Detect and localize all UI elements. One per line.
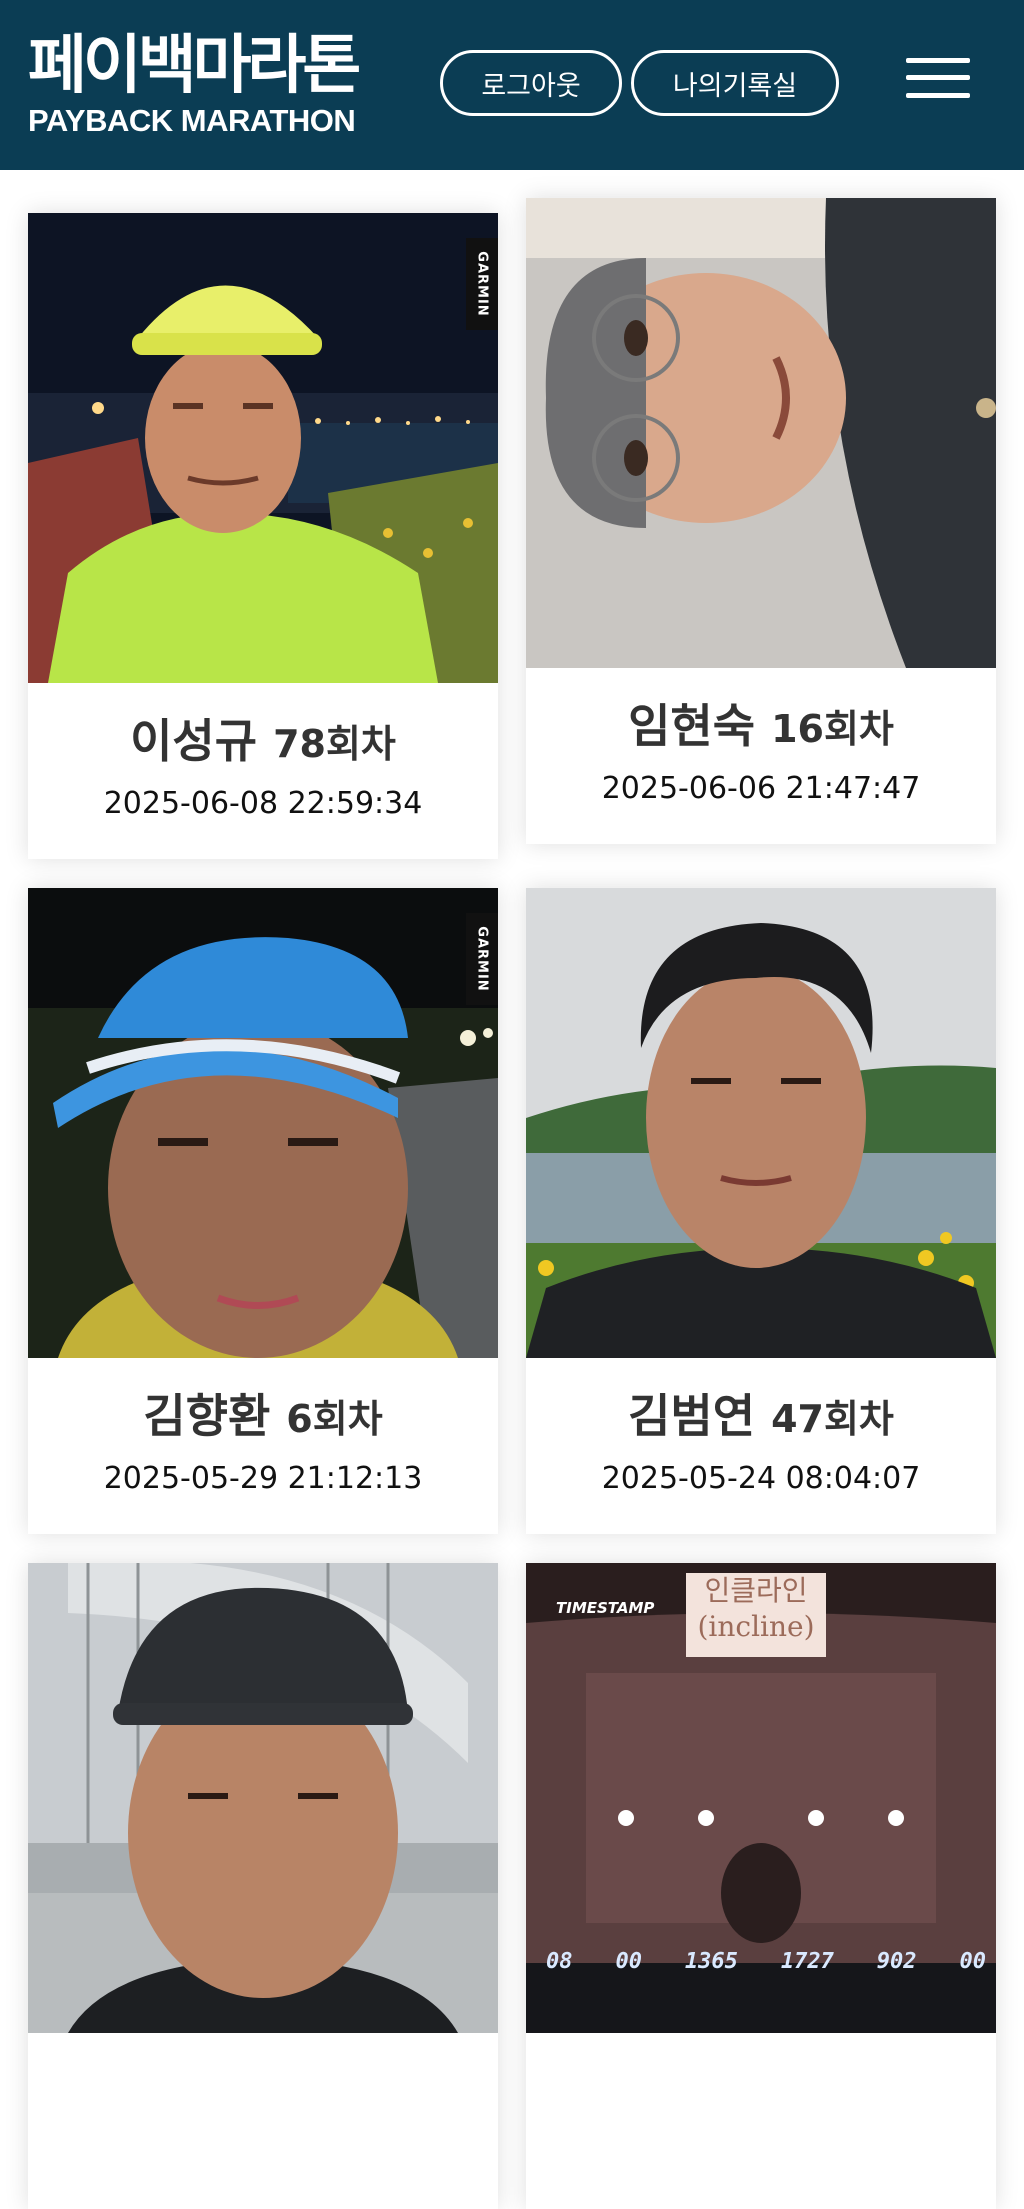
site-header: 페이백마라톤 PAYBACK MARATHON 로그아웃 나의기록실 [0,0,1024,170]
record-card[interactable]: 김범연 47회차 2025-05-24 08:04:07 [526,888,996,1534]
runner-photo: GARMIN [28,213,498,683]
round-count: 78회차 [273,722,396,766]
runner-photo: GARMIN [28,888,498,1358]
runner-name: 이성규 [130,714,258,768]
garmin-badge: GARMIN [466,913,498,1005]
runner-name: 김범연 [628,1389,756,1443]
incline-sign-korean: 인클라인 [704,1574,808,1607]
runner-photo [28,1563,498,2033]
logo-korean-text: 페이백마라톤 [28,29,361,103]
logout-button[interactable]: 로그아웃 [440,50,622,116]
runner-name: 김향환 [143,1389,271,1443]
record-card[interactable]: GARMIN 김향환 6회차 2025-05-29 21:12:13 [28,888,498,1534]
runner-photo [526,198,996,668]
site-logo[interactable]: 페이백마라톤 PAYBACK MARATHON [28,29,361,138]
display-digit: 902 [876,1949,917,1974]
runner-name-line: 김범연 47회차 [526,1386,996,1449]
record-card[interactable] [28,1563,498,2209]
round-count: 16회차 [771,707,894,751]
display-digit: 00 [959,1949,986,1974]
hamburger-menu-icon[interactable] [906,56,970,100]
record-date: 2025-05-24 08:04:07 [601,1461,921,1496]
timestamp-watermark: TIMESTAMP [556,1599,655,1617]
incline-sign-english: (incline) [697,1610,815,1643]
logo-english-text: PAYBACK MARATHON [28,103,356,138]
card-info: 김향환 6회차 2025-05-29 21:12:13 [28,1358,498,1534]
record-date: 2025-05-29 21:12:13 [103,1461,423,1496]
card-info: 이성규 78회차 2025-06-08 22:59:34 [28,683,498,859]
display-digit: 08 [546,1949,573,1974]
card-info: 김범연 47회차 2025-05-24 08:04:07 [526,1358,996,1534]
card-info [28,2033,498,2209]
display-digit: 1365 [684,1949,738,1974]
treadmill-display: 08 00 1365 1727 902 00 [546,1949,986,1974]
my-records-button[interactable]: 나의기록실 [631,50,839,116]
garmin-badge: GARMIN [466,238,498,330]
record-card[interactable]: TIMESTAMP 인클라인 (incline) 08 00 1365 1727… [526,1563,996,2209]
runner-photo [526,888,996,1358]
round-count: 6회차 [286,1397,383,1441]
record-card[interactable]: GARMIN 이성규 78회차 2025-06-08 22:59:34 [28,213,498,859]
runner-photo: TIMESTAMP 인클라인 (incline) 08 00 1365 1727… [526,1563,996,2033]
runner-name-line: 임현숙 16회차 [526,696,996,759]
round-count: 47회차 [771,1397,894,1441]
record-card[interactable]: 임현숙 16회차 2025-06-06 21:47:47 [526,198,996,844]
record-date: 2025-06-08 22:59:34 [103,786,423,821]
runner-name-line: 이성규 78회차 [28,711,498,774]
display-digit: 1727 [780,1949,834,1974]
card-info [526,2033,996,2209]
runner-name-line: 김향환 6회차 [28,1386,498,1449]
card-info: 임현숙 16회차 2025-06-06 21:47:47 [526,668,996,844]
incline-sign: 인클라인 (incline) [686,1573,826,1657]
runner-name: 임현숙 [628,699,756,753]
record-date: 2025-06-06 21:47:47 [601,771,921,806]
display-digit: 00 [615,1949,642,1974]
